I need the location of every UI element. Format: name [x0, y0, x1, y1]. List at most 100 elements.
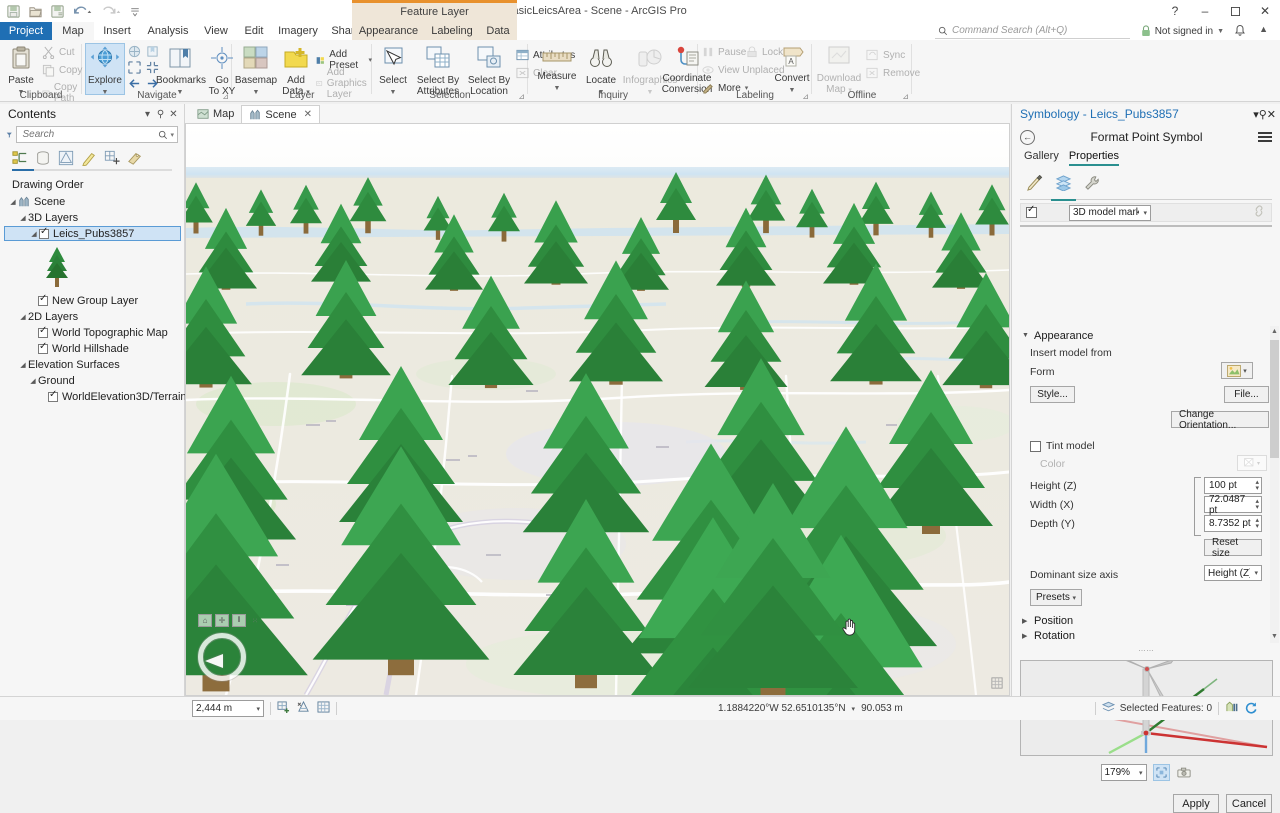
chevron-down-icon[interactable]: ▾ — [1254, 569, 1258, 577]
full-extent-icon[interactable]: ⌂ — [198, 614, 212, 627]
account-status[interactable]: Not signed in ▼ — [1141, 23, 1224, 39]
tab-analysis[interactable]: Analysis — [140, 22, 196, 40]
stepper-arrows-icon[interactable]: ▴ ▾ — [1255, 498, 1259, 511]
basemap-attribution-icon[interactable] — [991, 677, 1003, 691]
chevron-down-icon[interactable]: ▼ — [1217, 28, 1224, 35]
list-by-data-source-icon[interactable] — [35, 150, 51, 166]
hamburger-menu-icon[interactable] — [1258, 132, 1272, 142]
tab-project[interactable]: Project — [0, 22, 52, 40]
chevron-down-icon[interactable]: ▼ — [1022, 332, 1029, 339]
close-button[interactable]: ✕ — [1250, 0, 1280, 22]
apply-button[interactable]: Apply — [1173, 794, 1219, 813]
tree-item-elevation-surfaces[interactable]: ◢ Elevation Surfaces — [4, 357, 184, 373]
preview-zoom-combo[interactable]: 179% ▾ — [1100, 764, 1147, 781]
tab-properties[interactable]: Properties — [1068, 150, 1119, 166]
pause-drawing-icon[interactable] — [1225, 701, 1238, 716]
help-button[interactable]: ? — [1160, 0, 1190, 22]
scale-combo[interactable]: 2,444 m ▾ — [192, 700, 264, 717]
tree-item-ground[interactable]: ◢ Ground — [4, 373, 184, 389]
layer-visibility-checkbox[interactable] — [38, 325, 48, 338]
symbol-layer-row[interactable]: 3D model mark ▾ — [1020, 203, 1272, 222]
cut-button[interactable]: Cut — [42, 46, 75, 59]
color-picker-button[interactable]: ▾ — [1237, 455, 1267, 471]
tree-item-worldelevation3d[interactable]: WorldElevation3D/Terrain3D — [4, 389, 201, 405]
filter-funnel-icon[interactable] — [6, 129, 12, 141]
offline-dialog-launcher[interactable]: ⊿ — [902, 92, 909, 101]
expand-arrow-icon[interactable]: ◢ — [8, 198, 18, 206]
tab-map[interactable]: Map — [52, 22, 94, 40]
change-orientation-button[interactable]: Change Orientation... — [1171, 409, 1269, 431]
symbol-layer-checkbox[interactable] — [1026, 204, 1037, 218]
copy-button[interactable]: Copy — [42, 64, 82, 77]
search-input[interactable] — [20, 128, 159, 141]
layer-visibility-checkbox[interactable] — [48, 389, 58, 402]
preview-zoom-row[interactable]: 179% ▾ — [1012, 764, 1280, 781]
map-nav-buttons[interactable]: ⌂ ✛ 𝍪 ⁙ — [198, 614, 261, 627]
window-buttons[interactable]: ? – ✕ — [1160, 0, 1280, 22]
tab-imagery[interactable]: Imagery — [272, 22, 324, 40]
symbol-structure-wrench-icon[interactable] — [1084, 175, 1101, 192]
collapse-ribbon-icon[interactable]: ▲ — [1259, 24, 1268, 34]
list-by-labeling-icon[interactable] — [127, 150, 143, 166]
tab-data[interactable]: Data — [479, 22, 517, 40]
navigate-dialog-launcher[interactable]: ⊿ — [222, 92, 229, 101]
contents-close-icon[interactable]: ✕ — [167, 109, 180, 120]
stepper-arrows-icon[interactable]: ▴ ▾ — [1255, 517, 1259, 530]
tab-gallery[interactable]: Gallery — [1024, 150, 1059, 162]
tree-item-2d-layers[interactable]: ◢ 2D Layers — [4, 309, 184, 325]
expand-arrow-icon[interactable]: ◢ — [18, 313, 28, 321]
command-search-box[interactable]: Command Search (Alt+Q) — [935, 23, 1130, 39]
notification-bell-icon[interactable] — [1234, 24, 1246, 40]
restore-button[interactable] — [1220, 0, 1250, 22]
snapshot-camera-icon[interactable] — [1176, 765, 1193, 781]
tab-insert[interactable]: Insert — [94, 22, 140, 40]
section-appearance[interactable]: ▼ Appearance — [1012, 328, 1280, 343]
symbol-property-icons[interactable] — [1012, 168, 1280, 201]
labeling-pause-button[interactable]: Pause — [702, 46, 746, 58]
navigation-more-icon[interactable]: ⁙ — [249, 614, 261, 627]
scene-canvas[interactable]: ⌂ ✛ 𝍪 ⁙ — [185, 123, 1010, 696]
layer-visibility-checkbox[interactable] — [39, 226, 49, 239]
select-coordinates-icon[interactable] — [297, 700, 310, 716]
list-by-drawing-order-icon[interactable] — [12, 150, 28, 166]
section-position[interactable]: ▶ Position — [1012, 613, 1280, 628]
contents-menu-icon[interactable]: ▾ — [141, 109, 154, 120]
chevron-down-icon[interactable]: ▾ — [1143, 209, 1147, 217]
layer-selection-icon[interactable] — [1101, 701, 1115, 716]
measure-button[interactable]: Measure ▼ — [534, 48, 580, 94]
chevron-down-icon[interactable]: ▾ — [256, 705, 260, 713]
list-by-selection-icon[interactable] — [58, 150, 74, 166]
tab-appearance[interactable]: Appearance — [352, 22, 425, 40]
section-rotation[interactable]: ▶ Rotation — [1012, 628, 1280, 643]
symbol-brush-icon[interactable] — [1026, 175, 1043, 192]
dominant-size-axis-combo[interactable]: Height (Z) ▾ — [1204, 565, 1262, 581]
tab-edit[interactable]: Edit — [236, 22, 272, 40]
add-xy-point-icon[interactable] — [277, 701, 290, 716]
layer-visibility-checkbox[interactable] — [38, 341, 48, 354]
navigate-tools-cluster[interactable] — [128, 45, 159, 90]
fit-to-view-icon[interactable] — [1152, 764, 1170, 781]
contents-tree[interactable]: ◢ Scene ◢ 3D Layers ◢ Leics_Pubs3857 New… — [0, 194, 201, 405]
appearance-scroll-region[interactable]: ▲ ▼ ▼ Appearance Insert model from Form … — [1012, 326, 1280, 643]
contents-pin-icon[interactable]: ⚲ — [154, 109, 167, 120]
expand-arrow-icon[interactable]: ◢ — [18, 214, 28, 222]
expand-arrow-icon[interactable]: ◢ — [28, 377, 38, 385]
symbology-action-buttons[interactable]: Apply Cancel — [1173, 794, 1272, 813]
sync-button[interactable]: Sync — [866, 49, 905, 61]
tree-item-world-hillshade[interactable]: World Hillshade — [4, 341, 184, 357]
contents-list-by-toolbar[interactable] — [0, 143, 184, 167]
tree-item-3d-layers[interactable]: ◢ 3D Layers — [4, 210, 184, 226]
symbology-close-icon[interactable]: ✕ — [1267, 108, 1276, 121]
compass-navigator[interactable] — [198, 633, 246, 681]
style-button[interactable]: Style... — [1030, 386, 1075, 403]
search-options-icon[interactable]: ▾ — [170, 131, 174, 139]
chevron-down-icon[interactable]: ▾ — [1257, 460, 1260, 467]
chevron-right-icon[interactable]: ▶ — [1022, 632, 1029, 640]
link-symbol-layers-icon[interactable] — [1252, 205, 1266, 220]
chevron-down-icon[interactable]: ▾ — [1243, 367, 1247, 375]
contents-search-box[interactable]: ▾ — [16, 126, 178, 143]
list-by-snapping-icon[interactable] — [104, 150, 120, 166]
tree-item-scene[interactable]: ◢ Scene — [4, 194, 184, 210]
close-view-tab-icon[interactable]: ✕ — [304, 109, 312, 120]
labeling-dialog-launcher[interactable]: ⊿ — [802, 92, 809, 101]
